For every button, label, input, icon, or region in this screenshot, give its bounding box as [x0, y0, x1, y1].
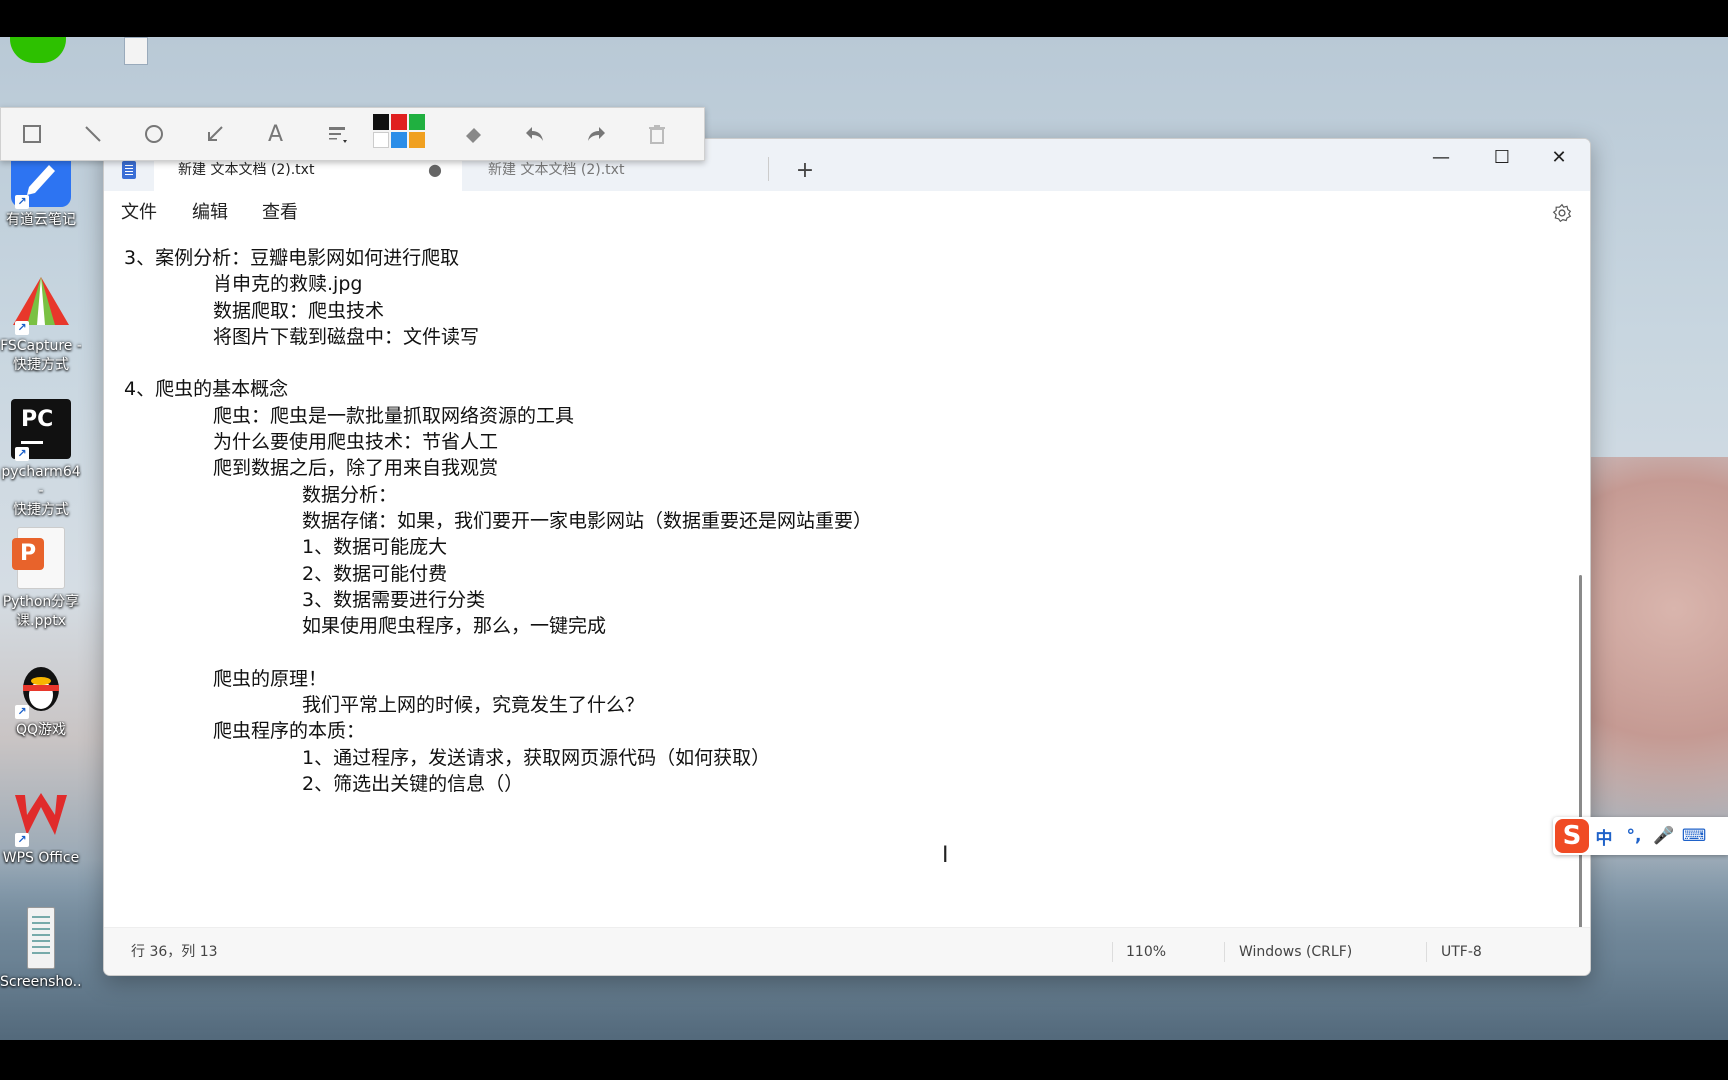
editor-line: 将图片下载到磁盘中：文件读写 — [213, 325, 480, 348]
shortcut-arrow-icon: ↗ — [15, 195, 29, 209]
image-file-icon — [27, 907, 55, 969]
line-ending[interactable]: Windows (CRLF) — [1239, 928, 1352, 975]
editor-line: 数据爬取：爬虫技术 — [213, 299, 385, 322]
editor-line: 2、筛选出关键的信息（） — [302, 772, 524, 795]
editor-line: 3、数据需要进行分类 — [302, 588, 486, 611]
desktop-icon-label: Screensho... — [0, 974, 82, 990]
desktop-icon-pycharm[interactable]: PC ↗ pycharm64 - 快捷方式 — [0, 399, 82, 520]
status-divider — [1224, 942, 1225, 962]
microphone-icon[interactable]: 🎤 — [1649, 826, 1679, 846]
close-button[interactable]: ✕ — [1530, 139, 1588, 177]
zoom-level[interactable]: 110% — [1126, 928, 1166, 975]
editor-line: 1、通过程序，发送请求，获取网页源代码（如何获取） — [302, 746, 771, 769]
desktop-icon-label: WPS Office — [2, 850, 80, 866]
cursor-position: 行 36，列 13 — [131, 944, 218, 960]
text-editor[interactable]: 3、案例分析：豆瓣电影网如何进行爬取 肖申克的救赎.jpg 数据爬取：爬虫技术 … — [104, 235, 1590, 955]
keyboard-icon[interactable]: ⌨ — [1679, 826, 1709, 846]
ellipse-icon[interactable] — [123, 108, 184, 160]
editor-line: 3、案例分析：豆瓣电影网如何进行爬取 — [124, 247, 460, 269]
editor-line: 爬虫程序的本质： — [213, 720, 366, 743]
shortcut-arrow-icon: ↗ — [15, 833, 29, 847]
color-swatch-black[interactable] — [373, 114, 389, 130]
status-divider — [1112, 942, 1113, 962]
qq-penguin-icon: ↗ — [11, 657, 71, 719]
menu-bar: 文件 编辑 查看 — [104, 191, 1590, 235]
color-swatch-white[interactable] — [373, 132, 389, 148]
editor-line: 爬到数据之后，除了用来自我观赏 — [213, 457, 499, 480]
settings-gear-icon[interactable] — [1552, 203, 1572, 223]
redo-icon[interactable] — [565, 108, 626, 160]
editor-content: 3、案例分析：豆瓣电影网如何进行爬取 肖申克的救赎.jpg 数据爬取：爬虫技术 … — [124, 245, 872, 797]
editor-line: 数据存储：如果，我们要开一家电影网站（数据重要还是网站重要） — [302, 509, 873, 532]
color-swatch-orange[interactable] — [409, 132, 425, 148]
status-divider — [1426, 942, 1427, 962]
tab-label: 新建 文本文档 (2).txt — [488, 162, 625, 178]
editor-line: 2、数据可能付费 — [302, 562, 448, 585]
editor-line: 如果使用爬虫程序，那么，一键完成 — [302, 615, 607, 638]
color-swatch-blue[interactable] — [391, 132, 407, 148]
sogou-logo-icon[interactable]: S — [1555, 819, 1589, 853]
color-swatch-red-selected[interactable] — [391, 114, 407, 130]
status-bar: 行 36，列 13 110% Windows (CRLF) UTF-8 — [104, 927, 1590, 975]
editor-line: 数据分析： — [302, 483, 398, 506]
text-tool-glyph: A — [267, 121, 284, 147]
pptx-file-icon: P — [12, 527, 65, 589]
notepad-app-icon — [122, 161, 136, 179]
maximize-button[interactable]: ☐ — [1473, 139, 1531, 177]
notepad-window: 新建 文本文档 (2).txt ● 新建 文本文档 (2).txt + — ☐ … — [103, 138, 1591, 976]
color-swatch-green[interactable] — [409, 114, 425, 130]
desktop-icon-label: pycharm64 - 快捷方式 — [1, 464, 81, 518]
shortcut-arrow-icon: ↗ — [15, 705, 29, 719]
pycharm-icon: PC ↗ — [11, 399, 71, 461]
wechat-icon[interactable] — [10, 37, 66, 63]
desktop: ↗ 有道云笔记 ↗ FSCapture - 快捷方式 PC ↗ pycharm6… — [0, 37, 1728, 1040]
fscapture-icon: ↗ — [11, 273, 71, 335]
eraser-icon[interactable] — [443, 108, 504, 160]
undo-icon[interactable] — [504, 108, 565, 160]
minimize-button[interactable]: — — [1412, 139, 1470, 177]
editor-line: 肖申克的救赎.jpg — [213, 273, 363, 296]
editor-line: 4、爬虫的基本概念 — [124, 378, 289, 401]
desktop-icon-label: 有道云笔记 — [6, 212, 76, 228]
desktop-icon-label: Python分享 课.pptx — [2, 594, 80, 629]
annotation-toolbar: A — [0, 107, 705, 161]
shortcut-arrow-icon: ↗ — [15, 447, 29, 461]
text-tool-icon[interactable]: A — [245, 108, 306, 160]
ime-mode-toggle[interactable]: 中 — [1589, 824, 1619, 849]
desktop-icon-qqgame[interactable]: ↗ QQ游戏 — [0, 657, 82, 740]
text-cursor-ibeam-icon: I — [942, 843, 949, 868]
trash-icon[interactable] — [626, 108, 687, 160]
add-tab-button[interactable]: + — [789, 151, 821, 191]
desktop-icon-screenshot[interactable]: Screensho... — [0, 907, 82, 992]
tab-label: 新建 文本文档 (2).txt — [178, 162, 315, 178]
wps-office-icon: ↗ — [11, 785, 71, 847]
editor-line: 为什么要使用爬虫技术：节省人工 — [213, 431, 499, 454]
desktop-icon-pptx[interactable]: P Python分享 课.pptx — [0, 527, 82, 631]
ime-toolbar: S 中 °, 🎤 ⌨ — [1553, 817, 1728, 855]
desktop-icon-fscapture[interactable]: ↗ FSCapture - 快捷方式 — [0, 273, 82, 375]
arrow-icon[interactable] — [184, 108, 245, 160]
desktop-icon-label: FSCapture - 快捷方式 — [0, 338, 82, 373]
line-width-icon[interactable] — [306, 108, 367, 160]
menu-file[interactable]: 文件 — [121, 191, 157, 235]
editor-line: 我们平常上网的时候，究竟发生了什么？ — [302, 694, 645, 717]
color-palette[interactable] — [373, 114, 433, 154]
shortcut-arrow-icon: ↗ — [15, 321, 29, 335]
editor-line: 爬虫：爬虫是一款批量抓取网络资源的工具 — [213, 404, 575, 427]
punctuation-icon[interactable]: °, — [1619, 826, 1649, 846]
tab-divider — [768, 157, 769, 181]
line-icon[interactable] — [62, 108, 123, 160]
vertical-scrollbar[interactable] — [1579, 575, 1582, 955]
desktop-icon-label: QQ游戏 — [15, 722, 67, 738]
document-icon[interactable] — [124, 37, 148, 65]
editor-line: 爬虫的原理！ — [213, 667, 328, 690]
encoding[interactable]: UTF-8 — [1441, 928, 1482, 975]
desktop-icon-wps[interactable]: ↗ WPS Office — [0, 785, 82, 868]
menu-edit[interactable]: 编辑 — [192, 191, 228, 235]
rectangle-icon[interactable] — [1, 108, 62, 160]
menu-view[interactable]: 查看 — [262, 191, 298, 235]
editor-line: 1、数据可能庞大 — [302, 536, 448, 559]
